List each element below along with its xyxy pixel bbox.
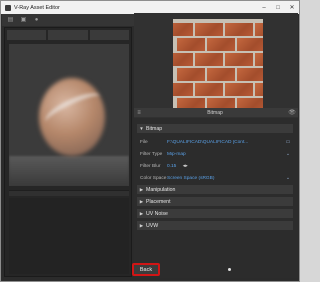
prop-label: Filter Blur: [140, 163, 161, 169]
prop-color-space: Color Space Screen Space (sRGB) ⌄: [140, 174, 293, 182]
prop-file: File F:\QUALIFICAD\QUALIFICAD [Cont... ▭: [140, 138, 293, 146]
section-placement[interactable]: ▶ Placement: [137, 197, 293, 206]
properties-panel: ▼ Bitmap File F:\QUALIFICAD\QUALIFICAD […: [134, 118, 298, 278]
eye-icon[interactable]: 👁: [286, 109, 298, 116]
bitmap-thumbnail-area: [134, 13, 298, 118]
menu-icon[interactable]: ≡: [134, 110, 144, 116]
prop-label: File: [140, 139, 148, 145]
thumbnail[interactable]: [7, 30, 47, 40]
chevron-down-icon[interactable]: ⌄: [283, 175, 293, 181]
prop-filter-type: Filter Type Mip-map ⌄: [140, 150, 293, 158]
thumbnail[interactable]: [89, 30, 129, 40]
asset-list-area: [9, 198, 129, 274]
vray-app-icon: [5, 4, 11, 11]
section-bitmap[interactable]: ▼ Bitmap: [137, 124, 293, 133]
section-label: Manipulation: [146, 186, 176, 193]
section-uv-noise[interactable]: ▶ UV Noise: [137, 209, 293, 218]
material-preview: [9, 44, 129, 186]
file-path-field[interactable]: F:\QUALIFICAD\QUALIFICAD [Cont...: [167, 140, 283, 145]
folder-icon[interactable]: ▭: [283, 139, 293, 145]
thumbnail[interactable]: [48, 30, 88, 40]
prop-filter-blur: Filter Blur 0.15 ◂▸: [140, 162, 293, 170]
section-manipulation[interactable]: ▶ Manipulation: [137, 185, 293, 194]
preview-thumbnails: [7, 30, 129, 40]
panel-divider[interactable]: [9, 190, 129, 196]
texture-title: Bitmap: [207, 109, 223, 116]
preview-floor: [9, 156, 129, 186]
brick-texture-image: [173, 19, 263, 109]
chevron-right-icon: ▶: [139, 186, 144, 192]
texture-header: ≡ Bitmap 👁: [134, 108, 298, 117]
prop-label: Filter Type: [140, 151, 163, 157]
filter-blur-value[interactable]: 0.15: [167, 164, 176, 169]
section-label: Bitmap: [146, 125, 163, 132]
chevron-right-icon: ▶: [139, 222, 144, 228]
section-label: Placement: [146, 198, 171, 205]
asset-editor-window: V-Ray Asset Editor – □ ✕ ▤ ▣ ● ≡ Bitmap …: [0, 0, 300, 282]
chevron-down-icon: ▼: [139, 126, 144, 131]
chevron-right-icon: ▶: [139, 210, 144, 216]
chevron-down-icon[interactable]: ⌄: [283, 151, 293, 157]
save-icon[interactable]: ▣: [19, 16, 28, 24]
filter-blur-field[interactable]: 0.15 ◂▸: [167, 163, 283, 169]
status-dot: [228, 268, 231, 271]
spinner-icon[interactable]: ◂▸: [183, 163, 188, 169]
back-button[interactable]: Back: [132, 263, 160, 276]
window-title: V-Ray Asset Editor: [14, 4, 60, 11]
section-label: UVW: [146, 222, 159, 229]
sphere-icon[interactable]: ●: [32, 16, 41, 24]
section-uvw[interactable]: ▶ UVW: [137, 221, 293, 230]
section-label: UV Noise: [146, 210, 168, 217]
color-space-select[interactable]: Screen Space (sRGB): [167, 176, 283, 181]
open-icon[interactable]: ▤: [6, 16, 15, 24]
filter-type-select[interactable]: Mip-map: [167, 152, 283, 157]
preview-panel: [4, 27, 132, 277]
prop-label: Color Space: [140, 175, 167, 181]
chevron-right-icon: ▶: [139, 198, 144, 204]
